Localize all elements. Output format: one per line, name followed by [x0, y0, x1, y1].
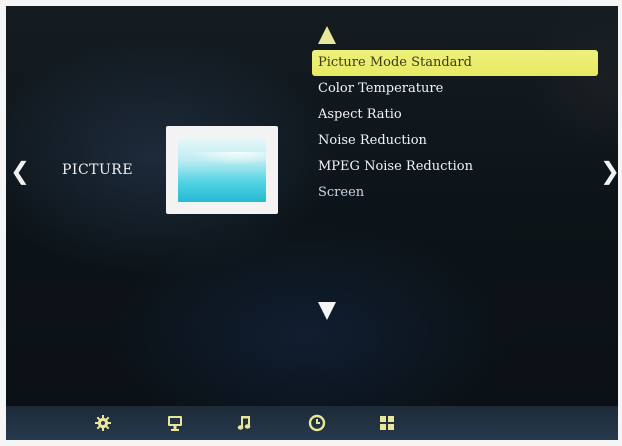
menu-item-picture-mode[interactable]: Picture Mode Standard [312, 50, 598, 76]
next-section-arrow[interactable]: ❯ [600, 158, 618, 184]
menu-item-label: Screen [318, 185, 365, 200]
picture-preview [178, 138, 266, 202]
menu-item-aspect-ratio[interactable]: Aspect Ratio [312, 102, 598, 128]
menu-item-screen[interactable]: Screen [312, 180, 598, 206]
menu-item-label: Color Temperature [318, 81, 444, 96]
clock-icon[interactable] [308, 414, 326, 432]
menu-item-label: Aspect Ratio [318, 107, 402, 122]
menu-item-color-temperature[interactable]: Color Temperature [312, 76, 598, 102]
scroll-up-arrow-icon[interactable] [318, 26, 336, 44]
menu-item-noise-reduction[interactable]: Noise Reduction [312, 128, 598, 154]
picture-icon [166, 126, 278, 214]
tv-menu: ❮ ❯ PICTURE Picture Mode Standard Color … [6, 6, 618, 440]
screen-frame: ❮ ❯ PICTURE Picture Mode Standard Color … [0, 0, 622, 446]
category-bar [6, 406, 618, 440]
gear-icon[interactable] [94, 414, 112, 432]
scroll-down-arrow-icon[interactable] [318, 302, 336, 320]
previous-section-arrow[interactable]: ❮ [10, 158, 30, 184]
menu-item-label: Picture Mode Standard [318, 55, 472, 70]
monitor-icon[interactable] [166, 414, 184, 432]
menu-item-label: Noise Reduction [318, 133, 427, 148]
music-note-icon[interactable] [236, 414, 254, 432]
grid-icon[interactable] [378, 414, 396, 432]
picture-menu: Picture Mode Standard Color Temperature … [312, 50, 598, 206]
menu-item-label: MPEG Noise Reduction [318, 159, 473, 174]
section-title: PICTURE [62, 162, 134, 178]
menu-item-mpeg-noise-reduction[interactable]: MPEG Noise Reduction [312, 154, 598, 180]
